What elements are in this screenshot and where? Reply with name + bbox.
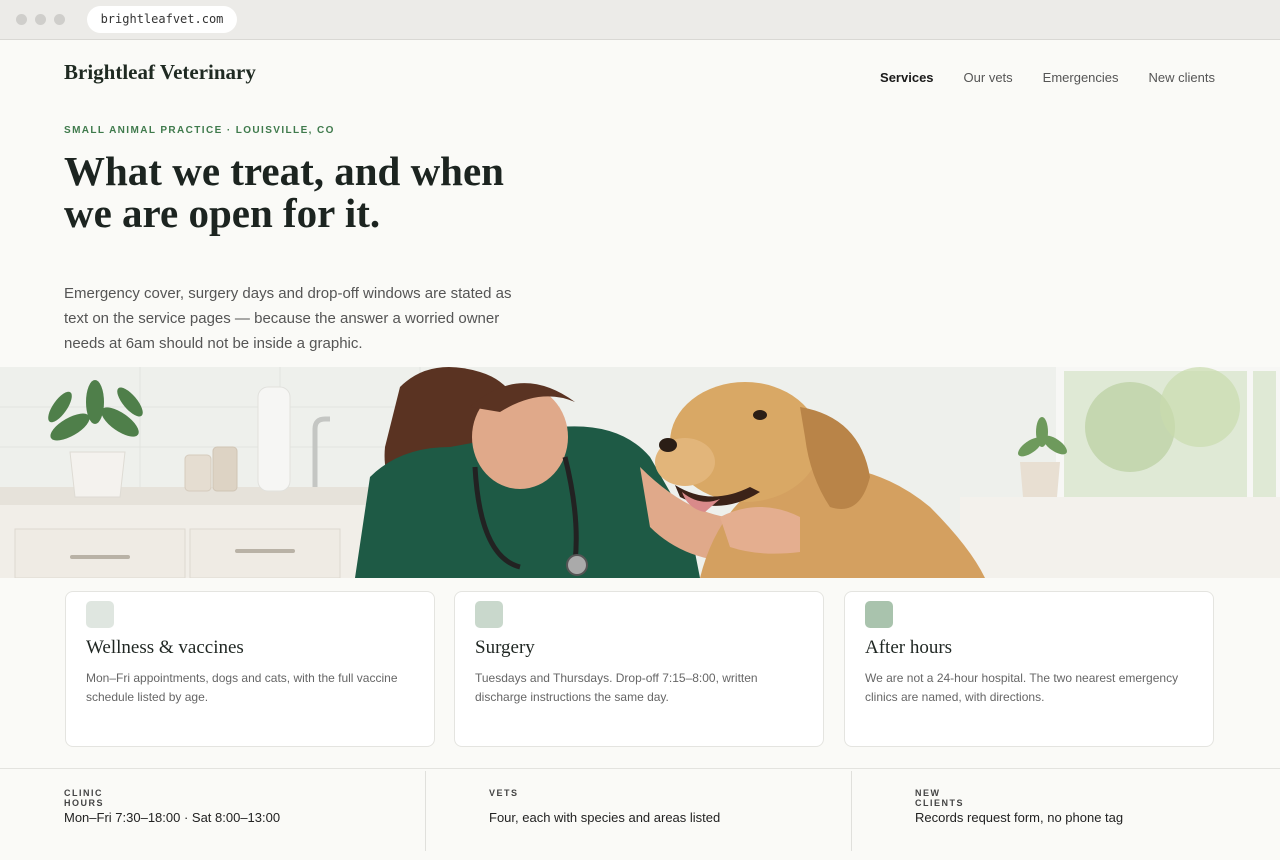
address-bar[interactable]: brightleafvet.com — [87, 6, 237, 33]
divider — [425, 771, 426, 851]
hero-photo — [0, 367, 1280, 578]
hero-headline: What we treat, and when we are open for … — [64, 148, 504, 236]
card-description: Tuesdays and Thursdays. Drop-off 7:15–8:… — [475, 671, 758, 704]
info-label: CLINIC HOURS — [64, 788, 105, 808]
surgery-icon — [475, 601, 503, 628]
service-card-after-hours[interactable]: After hours We are not a 24-hour hospita… — [844, 591, 1214, 747]
info-strip: CLINIC HOURS Mon–Fri 7:30–18:00 · Sat 8:… — [0, 768, 1280, 860]
card-title: Surgery — [475, 637, 535, 658]
window-close-dot[interactable] — [16, 14, 27, 25]
info-value: Mon–Fri 7:30–18:00 · Sat 8:00–13:00 — [64, 810, 281, 825]
hero-eyebrow: SMALL ANIMAL PRACTICE · LOUISVILLE, CO — [64, 125, 335, 136]
site-logo[interactable]: Brightleaf Veterinary — [64, 60, 256, 85]
service-card-wellness[interactable]: Wellness & vaccines Mon–Fri appointments… — [65, 591, 435, 747]
after-hours-icon — [865, 601, 893, 628]
vet-with-dog-illustration — [0, 367, 1280, 578]
nav-emergencies[interactable]: Emergencies — [1043, 70, 1119, 85]
service-card-surgery[interactable]: Surgery Tuesdays and Thursdays. Drop-off… — [454, 591, 824, 747]
nav-new-clients[interactable]: New clients — [1149, 70, 1215, 85]
hero-lead: Emergency cover, surgery days and drop-o… — [64, 285, 512, 352]
card-description: Mon–Fri appointments, dogs and cats, wit… — [86, 671, 398, 704]
window-maximize-dot[interactable] — [54, 14, 65, 25]
card-description: We are not a 24-hour hospital. The two n… — [865, 671, 1179, 704]
nav-services[interactable]: Services — [880, 70, 934, 85]
main-nav: Services Our vets Emergencies New client… — [880, 70, 1215, 85]
info-value: Records request form, no phone tag — [915, 810, 1124, 825]
nav-our-vets[interactable]: Our vets — [964, 70, 1013, 85]
info-label: NEW CLIENTS — [915, 788, 965, 808]
info-value: Four, each with species and areas listed — [489, 810, 721, 825]
browser-toolbar: brightleafvet.com — [0, 0, 1280, 40]
window-minimize-dot[interactable] — [35, 14, 46, 25]
divider — [851, 771, 852, 851]
info-label: VETS — [489, 788, 519, 798]
wellness-icon — [86, 601, 114, 628]
card-title: After hours — [865, 637, 953, 658]
card-title: Wellness & vaccines — [86, 637, 244, 658]
